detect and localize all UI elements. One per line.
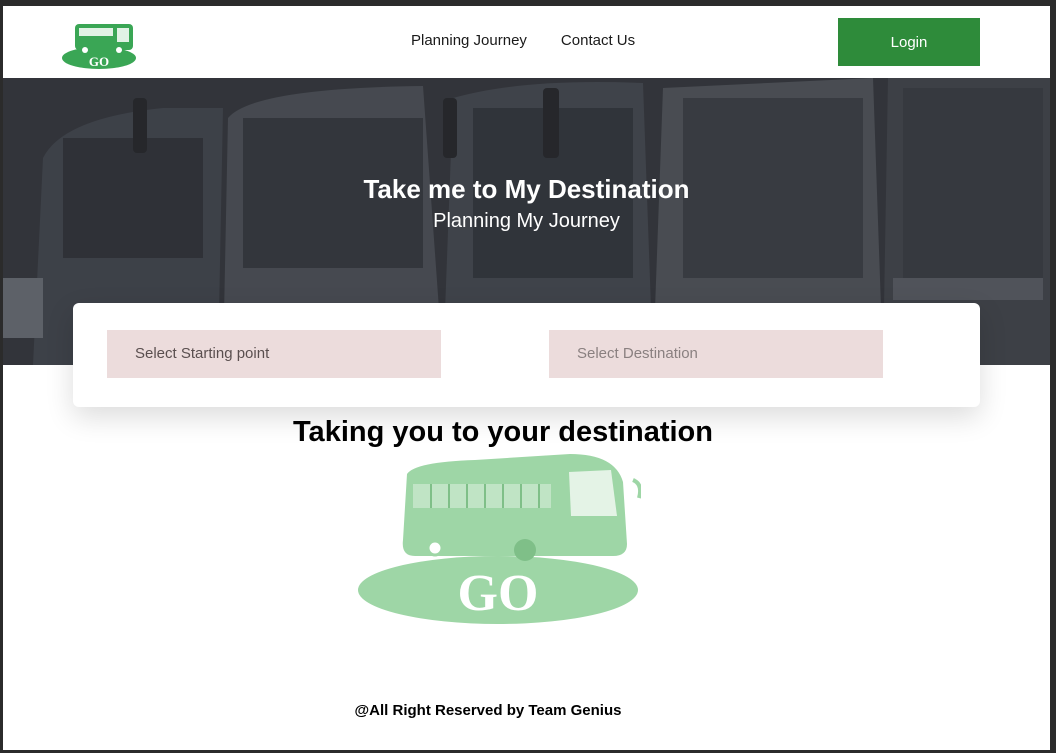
illustration-windows [413, 484, 551, 508]
logo-wheel-front [116, 47, 122, 53]
nav-contact-us[interactable]: Contact Us [561, 32, 635, 49]
starting-point-select[interactable]: Select Starting point [107, 330, 441, 378]
illustration-wheel-front [514, 539, 536, 561]
hero-subtitle: Planning My Journey [433, 210, 620, 232]
journey-search-card: Select Starting point Select Destination [73, 303, 980, 407]
illustration-logo-text: GO [458, 565, 539, 622]
logo-text: GO [89, 54, 109, 69]
brand-logo[interactable]: GO [61, 18, 141, 70]
logo-bus-windows [79, 28, 113, 36]
tagline-heading: Taking you to your destination [293, 416, 713, 448]
hero-title: Take me to My Destination [363, 174, 690, 204]
illustration-wheel-rear [426, 539, 444, 557]
bus-illustration: GO [358, 454, 641, 624]
logo-bus-windshield [117, 28, 129, 42]
nav-planning-journey[interactable]: Planning Journey [411, 32, 527, 49]
login-button[interactable]: Login [838, 18, 980, 66]
illustration-mirror [632, 478, 641, 499]
destination-select[interactable]: Select Destination [549, 330, 883, 378]
main-nav: Planning Journey Contact Us [411, 32, 635, 49]
footer-copyright: @All Right Reserved by Team Genius [354, 702, 622, 719]
illustration-windshield [569, 470, 617, 516]
logo-wheel-rear [82, 47, 88, 53]
page-frame: GO Planning Journey Contact Us Login Tak… [3, 6, 1050, 750]
top-navbar: GO Planning Journey Contact Us Login [3, 6, 1050, 79]
